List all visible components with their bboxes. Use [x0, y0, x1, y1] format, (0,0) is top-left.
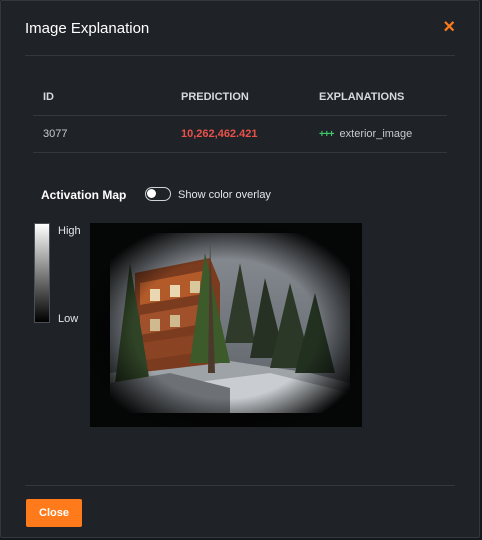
dialog-title: Image Explanation [25, 20, 150, 37]
explanation-feature: exterior_image [339, 128, 413, 140]
table-header-row: ID PREDICTION EXPLANATIONS [33, 79, 447, 116]
explanation-table: ID PREDICTION EXPLANATIONS 3077 10,262,4… [33, 79, 447, 153]
explanation-strength-icon: +++ [319, 129, 335, 140]
row-explanation: +++ exterior_image [319, 128, 412, 140]
header-divider [25, 55, 455, 56]
header-id: ID [43, 91, 54, 103]
legend-high-label: High [58, 225, 81, 237]
table-row: 3077 10,262,462.421 +++ exterior_image [33, 116, 447, 153]
color-overlay-label: Show color overlay [178, 189, 271, 201]
image-explanation-dialog: Image Explanation × ID PREDICTION EXPLAN… [0, 0, 480, 538]
activation-map-graphic [90, 223, 362, 427]
header-explanations: EXPLANATIONS [319, 91, 405, 103]
close-button[interactable]: Close [26, 499, 82, 527]
footer-divider [25, 485, 455, 486]
row-prediction: 10,262,462.421 [181, 128, 258, 140]
close-icon[interactable]: × [443, 17, 455, 37]
toggle-knob [147, 189, 156, 198]
color-overlay-toggle[interactable] [145, 187, 171, 201]
activation-map-image [90, 223, 362, 427]
header-prediction: PREDICTION [181, 91, 249, 103]
activation-legend-gradient [34, 223, 50, 323]
row-id: 3077 [43, 128, 68, 140]
legend-low-label: Low [58, 313, 79, 325]
activation-map-title: Activation Map [41, 188, 127, 202]
